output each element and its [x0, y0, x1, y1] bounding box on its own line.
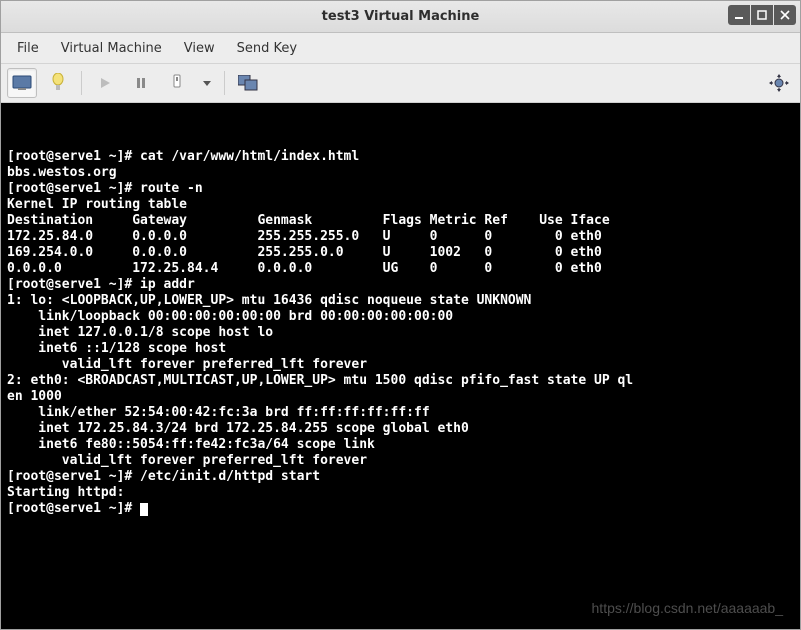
pause-button[interactable]: [126, 68, 156, 98]
console-button[interactable]: [7, 68, 37, 98]
menu-send-key[interactable]: Send Key: [227, 37, 307, 60]
window-controls: [728, 5, 796, 25]
fullscreen-button[interactable]: [233, 68, 263, 98]
shutdown-menu-button[interactable]: [198, 68, 216, 98]
toolbar-separator: [81, 71, 82, 95]
maximize-button[interactable]: [751, 5, 773, 25]
terminal-output[interactable]: [root@serve1 ~]# cat /var/www/html/index…: [1, 103, 800, 629]
menu-file[interactable]: File: [7, 37, 49, 60]
toolbar: [1, 63, 800, 103]
run-button[interactable]: [90, 68, 120, 98]
minimize-button[interactable]: [728, 5, 750, 25]
close-button[interactable]: [774, 5, 796, 25]
titlebar: test3 Virtual Machine: [1, 1, 800, 33]
menubar: File Virtual Machine View Send Key: [1, 33, 800, 63]
vm-window: test3 Virtual Machine File Virtual Machi…: [0, 0, 801, 630]
window-title: test3 Virtual Machine: [322, 9, 480, 24]
menu-view[interactable]: View: [174, 37, 225, 60]
menu-virtual-machine[interactable]: Virtual Machine: [51, 37, 172, 60]
send-key-button[interactable]: [764, 68, 794, 98]
shutdown-button[interactable]: [162, 68, 192, 98]
details-button[interactable]: [43, 68, 73, 98]
terminal-cursor: [140, 503, 148, 516]
toolbar-separator-2: [224, 71, 225, 95]
